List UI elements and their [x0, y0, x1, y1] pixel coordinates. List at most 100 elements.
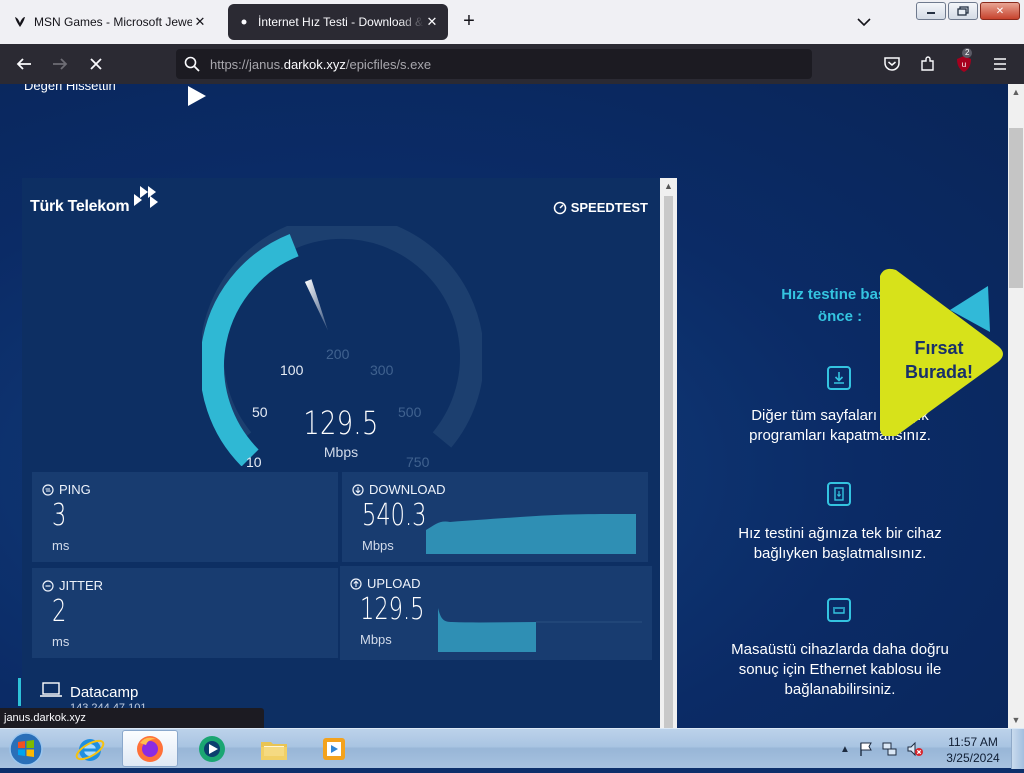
internet-explorer-icon — [75, 738, 105, 761]
gauge-fill — [202, 233, 299, 466]
folder-icon — [261, 741, 287, 760]
url-path: /epicfiles/s.exe — [345, 56, 432, 72]
panel-scroll-thumb[interactable] — [664, 196, 673, 728]
jitter-label: JITTER — [42, 578, 103, 593]
media-center-icon — [199, 735, 225, 762]
promo-banner[interactable]: Fırsat Burada! — [880, 266, 1008, 441]
pocket-button[interactable] — [880, 52, 904, 76]
download-label-text: DOWNLOAD — [369, 482, 446, 497]
taskbar-firefox[interactable] — [122, 730, 178, 767]
jitter-label-text: JITTER — [59, 578, 104, 593]
puzzle-icon — [921, 56, 934, 71]
taskbar: ▲ 11:57 AM 3/25/2024 — [0, 728, 1024, 769]
restore-button[interactable] — [948, 2, 978, 20]
info-item-3-line2: sonuç için Ethernet kablosu ile — [738, 661, 942, 678]
speedtest-brand: SPEEDTEST — [553, 200, 648, 215]
info-item-2-line1: Hız testini ağınıza tek bir cihaz — [738, 525, 942, 542]
gauge-tick: 200 — [326, 346, 350, 362]
show-hidden-icons-icon[interactable]: ▲ — [840, 744, 850, 755]
info-item-2: Hız testini ağınıza tek bir cihaz bağlıy… — [690, 524, 990, 564]
gauge-needle — [304, 279, 329, 331]
panel-scrollbar[interactable]: ▲ — [660, 178, 677, 728]
navigation-toolbar: https://janus. darkok.xyz/epicfiles/s.exe… — [0, 44, 1024, 84]
brand-name: Türk Telekom — [30, 198, 130, 215]
show-desktop-button[interactable] — [1011, 729, 1024, 769]
tab-msn-games[interactable]: MSN Games - Microsoft Jewel 2 ✕ — [4, 4, 216, 40]
back-button[interactable] — [12, 52, 36, 76]
upload-label: UPLOAD — [350, 576, 420, 591]
dot-favicon-icon — [236, 14, 252, 30]
ping-label-text: PING — [59, 482, 91, 497]
jitter-icon — [42, 579, 54, 592]
single-device-icon — [827, 482, 851, 506]
start-button[interactable] — [6, 730, 46, 768]
download-icon — [827, 366, 851, 390]
tab-speed-test[interactable]: İnternet Hız Testi - Download & ✕ — [228, 4, 448, 40]
server-indicator — [18, 678, 21, 706]
windows-orb-icon — [9, 732, 43, 766]
play-icon[interactable] — [186, 84, 208, 108]
close-tab-icon[interactable]: ✕ — [192, 14, 208, 30]
taskbar-internet-explorer[interactable] — [62, 730, 118, 767]
page-scroll-thumb[interactable] — [1009, 128, 1023, 288]
close-tab-icon[interactable]: ✕ — [424, 14, 440, 30]
new-tab-button[interactable]: + — [458, 10, 480, 32]
list-all-tabs-button[interactable] — [854, 12, 874, 32]
promo-line2: Burada! — [904, 362, 973, 382]
upload-arrow-icon — [350, 577, 362, 590]
gauge-tick: 500 — [398, 404, 422, 420]
ping-unit: ms — [52, 538, 70, 553]
tab-title: MSN Games - Microsoft Jewel 2 — [34, 15, 192, 29]
server-name: Datacamp — [70, 684, 139, 701]
gauge-value: 129.5 — [303, 404, 379, 442]
gauge-tick: 10 — [246, 454, 262, 470]
volume-muted-icon[interactable] — [906, 741, 924, 757]
turk-telekom-logo: Türk Telekom — [30, 186, 158, 216]
promo-text: Fırsat Burada! — [894, 336, 984, 384]
msn-butterfly-icon — [12, 14, 28, 30]
taskbar-file-explorer[interactable] — [246, 730, 302, 767]
download-label: DOWNLOAD — [352, 482, 446, 497]
extensions-button[interactable] — [916, 52, 940, 76]
info-item-3-line3: bağlanabilirsiniz. — [784, 681, 896, 698]
scroll-up-arrow-icon[interactable]: ▲ — [1008, 84, 1024, 100]
clock-date: 3/25/2024 — [946, 751, 1000, 765]
system-tray: ▲ — [840, 729, 924, 769]
banner-text: Değeri Hissettiri — [24, 84, 116, 93]
system-clock[interactable]: 11:57 AM 3/25/2024 — [936, 734, 1010, 766]
minimize-button[interactable] — [916, 2, 946, 20]
url-prefix: https://janus. — [210, 56, 284, 72]
address-bar[interactable]: https://janus. darkok.xyz/epicfiles/s.exe — [176, 49, 812, 79]
page-content: Değeri Hissettiri Türk Telekom SPEEDTEST — [0, 84, 1008, 728]
gauge-unit: Mbps — [323, 444, 359, 460]
action-center-flag-icon[interactable] — [858, 741, 874, 757]
firefox-icon — [137, 735, 163, 762]
taskbar-media-player[interactable] — [184, 730, 240, 767]
download-value: 540.3 — [362, 498, 427, 533]
page-scrollbar[interactable]: ▲ ▼ — [1008, 84, 1024, 728]
download-unit: Mbps — [362, 538, 394, 553]
network-icon[interactable] — [882, 741, 898, 757]
gauge-tick: 750 — [406, 454, 430, 470]
scroll-up-icon[interactable]: ▲ — [660, 178, 677, 194]
search-icon — [184, 56, 200, 72]
taskbar-media-app[interactable] — [306, 730, 362, 767]
back-arrow-icon — [16, 58, 31, 70]
app-menu-button[interactable] — [988, 52, 1012, 76]
tab-title: İnternet Hız Testi - Download & — [258, 15, 424, 29]
clock-time: 11:57 AM — [948, 735, 998, 749]
ping-value: 3 — [52, 498, 67, 533]
speedtest-label: SPEEDTEST — [570, 200, 648, 215]
url-host: darkok.xyz — [283, 56, 346, 72]
window-controls: ✕ — [916, 2, 1020, 20]
ping-tile: PING 3 ms — [32, 472, 338, 562]
forward-button[interactable] — [48, 52, 72, 76]
upload-unit: Mbps — [360, 632, 392, 647]
scroll-down-arrow-icon[interactable]: ▼ — [1008, 712, 1024, 728]
info-item-3: Masaüstü cihazlarda daha doğru sonuç içi… — [690, 640, 990, 700]
ping-label: PING — [42, 482, 91, 497]
stop-loading-button[interactable] — [84, 52, 108, 76]
info-item-3-line1: Masaüstü cihazlarda daha doğru — [731, 641, 949, 658]
gauge-tick: 300 — [370, 362, 394, 378]
close-window-button[interactable]: ✕ — [980, 2, 1020, 20]
